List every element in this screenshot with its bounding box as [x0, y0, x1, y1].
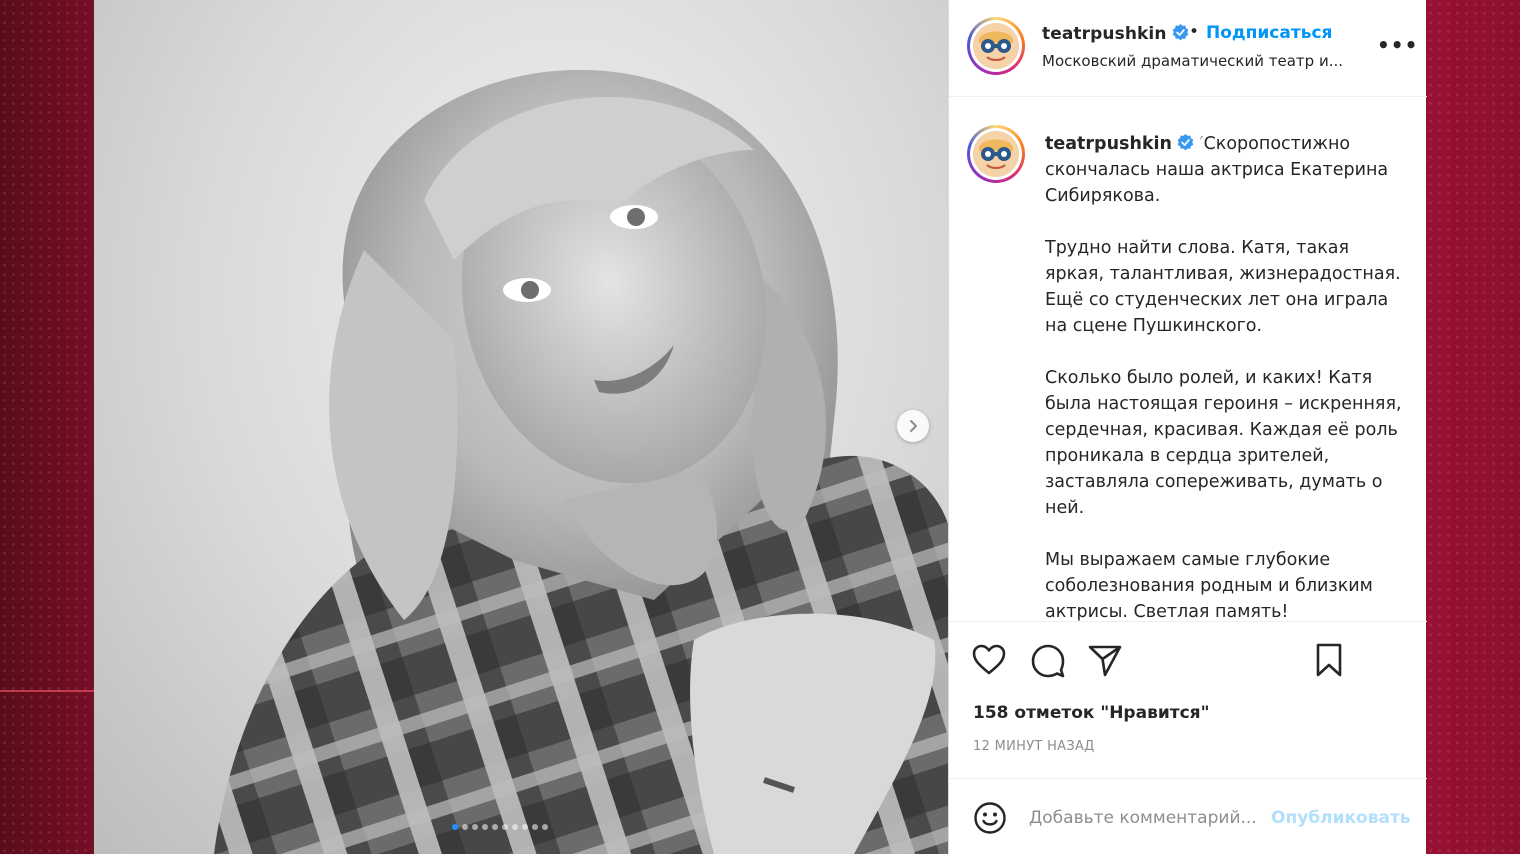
likes-count[interactable]: 158 отметок "Нравится" [973, 703, 1209, 723]
carousel-dot[interactable] [502, 824, 508, 830]
post-photo[interactable] [94, 0, 948, 854]
caption-paragraph: Трудно найти слова. Катя, такая яркая, т… [1045, 238, 1401, 336]
background-pattern-left [0, 0, 94, 854]
comment-input[interactable] [1029, 801, 1267, 835]
follow-button[interactable]: Подписаться [1206, 23, 1332, 43]
heart-icon[interactable] [971, 642, 1007, 678]
carousel-dot[interactable] [462, 824, 468, 830]
carousel-dot[interactable] [482, 824, 488, 830]
carousel-dot[interactable] [452, 824, 458, 830]
carousel-dot[interactable] [522, 824, 528, 830]
caption-paragraph: Мы выражаем самые глубокие соболезновани… [1045, 550, 1373, 621]
caption-username[interactable]: teatrpushkin [1045, 134, 1172, 154]
more-options-button[interactable]: ••• [1377, 33, 1418, 57]
caption-paragraph: Сколько было ролей, и каких! Катя была н… [1045, 368, 1402, 518]
post-details-panel: teatrpushkin • Подписаться Московский др… [948, 0, 1427, 854]
carousel-dot[interactable] [532, 824, 538, 830]
share-icon[interactable] [1087, 642, 1123, 678]
comment-icon[interactable] [1030, 642, 1066, 678]
verified-badge-icon [1177, 134, 1194, 151]
emoji-icon[interactable] [973, 801, 1007, 835]
separator-dot: • [1189, 22, 1200, 42]
caption-avatar[interactable] [967, 125, 1025, 183]
avatar-logo [973, 23, 1019, 69]
post-caption: teatrpushkin ′Скоропостижно скончалась н… [1045, 131, 1410, 621]
carousel-dot[interactable] [512, 824, 518, 830]
chevron-right-icon [910, 420, 917, 432]
carousel-indicator [452, 824, 548, 830]
carousel-dot[interactable] [472, 824, 478, 830]
post-timestamp[interactable]: 12 МИНУТ НАЗАД [973, 739, 1095, 754]
verified-badge-icon [1172, 24, 1188, 41]
avatar[interactable] [967, 17, 1025, 75]
carousel-dot[interactable] [492, 824, 498, 830]
bookmark-icon[interactable] [1311, 642, 1347, 678]
carousel-next-button[interactable] [897, 410, 929, 442]
background-line [0, 690, 94, 692]
post-actions: 158 отметок "Нравится" 12 МИНУТ НАЗАД [949, 621, 1427, 779]
carousel-dot[interactable] [542, 824, 548, 830]
publish-button[interactable]: Опубликовать [1271, 808, 1411, 828]
post-header: teatrpushkin • Подписаться Московский др… [949, 0, 1427, 97]
header-username[interactable]: teatrpushkin [1042, 24, 1189, 44]
background-pattern-right [1426, 0, 1520, 854]
portrait-image [214, 69, 948, 854]
account-subtitle: Московский драматический театр и... [1042, 52, 1343, 70]
avatar-logo [973, 131, 1019, 177]
caption-scroll-area[interactable]: teatrpushkin ′Скоропостижно скончалась н… [949, 97, 1427, 621]
comment-form: Опубликовать [949, 779, 1427, 854]
